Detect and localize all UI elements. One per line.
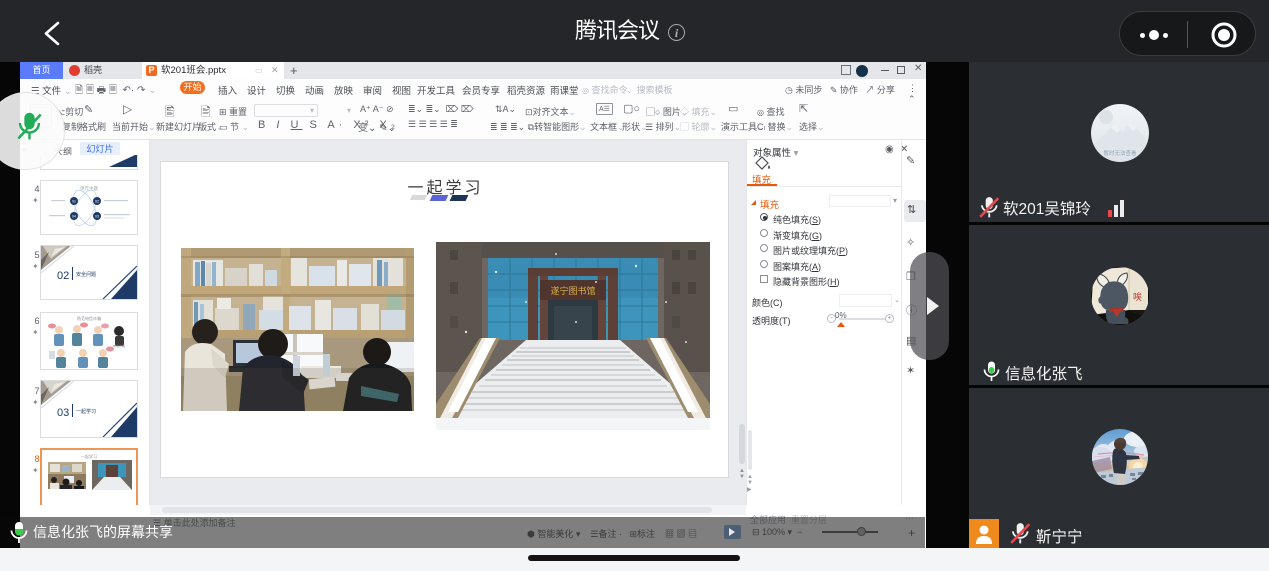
svg-text:一起学习: 一起学习 <box>76 408 96 415</box>
svg-text:唉: 唉 <box>1133 291 1142 302</box>
svg-text:04: 04 <box>72 215 76 219</box>
svg-text:02: 02 <box>57 270 69 282</box>
svg-text:一起学习: 一起学习 <box>81 453 97 459</box>
svg-text:暂时无法查看: 暂时无法查看 <box>1103 149 1137 157</box>
svg-text:遂宁图书馆: 遂宁图书馆 <box>550 285 595 296</box>
svg-text:安全问题: 安全问题 <box>76 271 96 278</box>
svg-text:03: 03 <box>95 215 99 219</box>
svg-text:防范电信诈骗: 防范电信诈骗 <box>77 315 101 321</box>
svg-text:03: 03 <box>57 407 69 419</box>
svg-text:电信诈骗: 电信诈骗 <box>113 343 125 348</box>
svg-text:01: 01 <box>72 200 76 204</box>
svg-text:02: 02 <box>95 200 99 204</box>
